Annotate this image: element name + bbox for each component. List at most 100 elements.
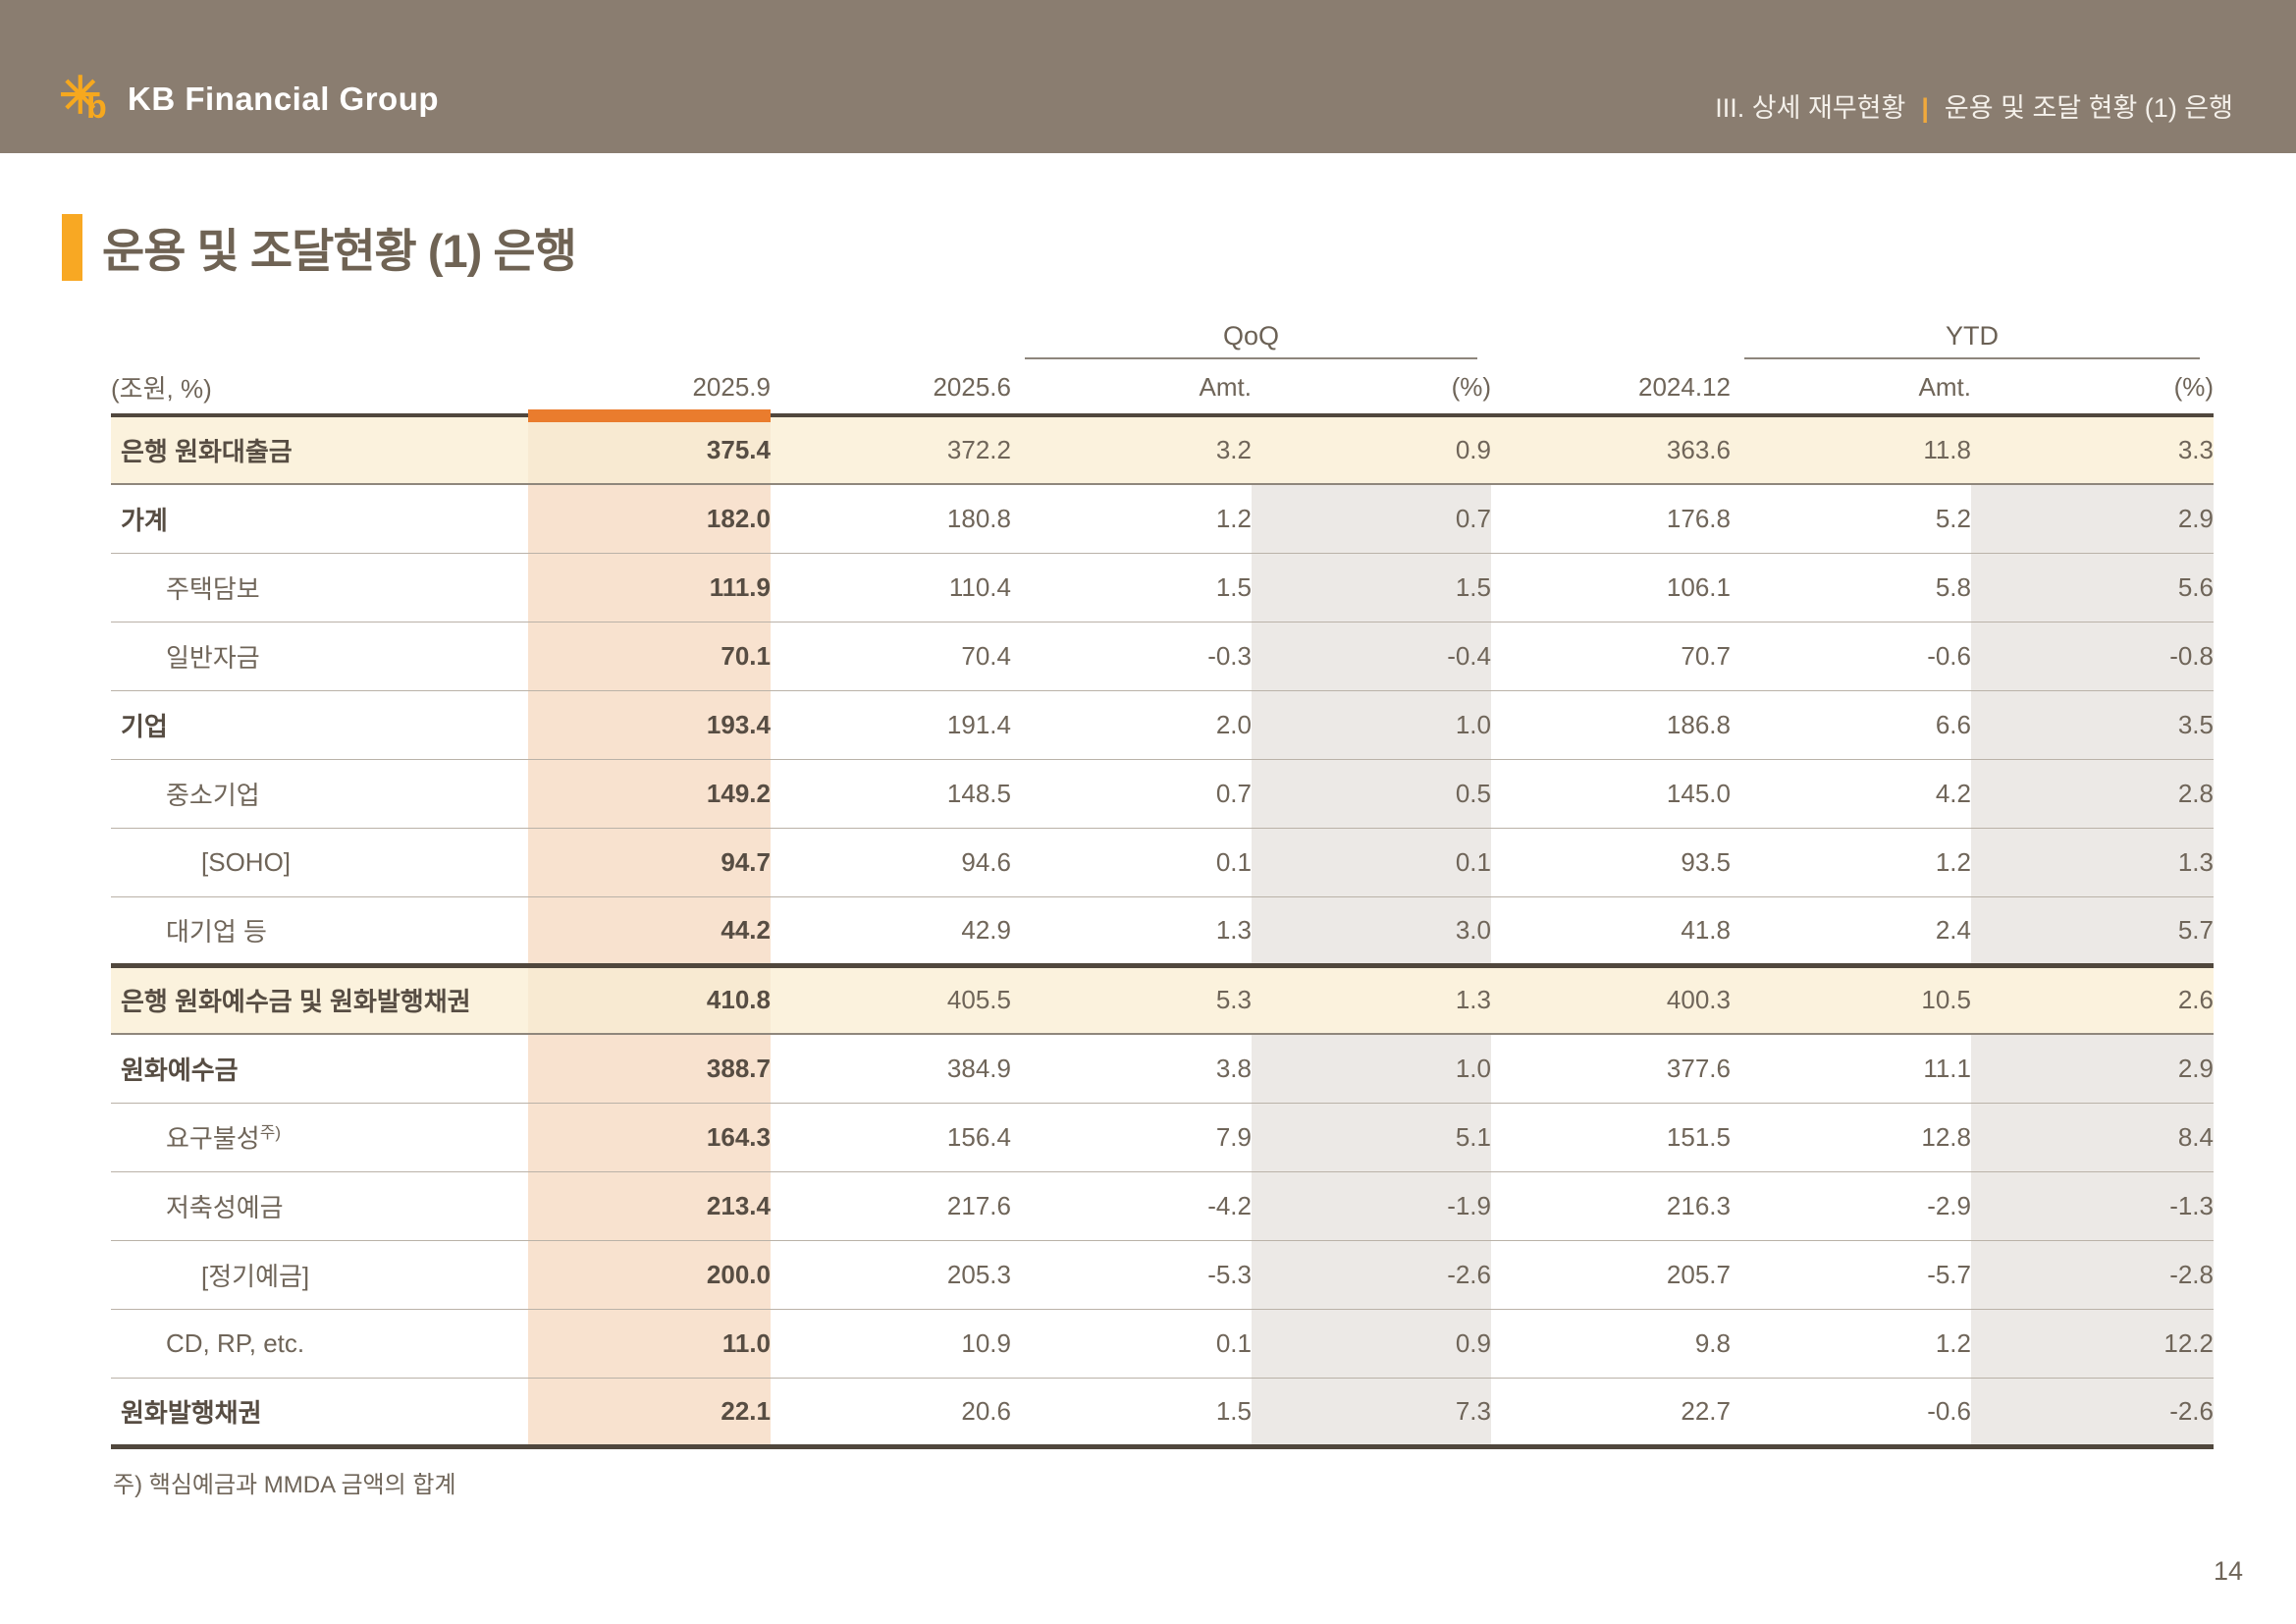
value-ytd-amt: 2.4 xyxy=(1731,896,1971,965)
value-qoq-pct: 1.0 xyxy=(1252,690,1491,759)
breadcrumb-section: III. 상세 재무현황 xyxy=(1715,93,1905,123)
value-2024-12: 9.8 xyxy=(1491,1309,1731,1378)
table-row: 저축성예금213.4217.6-4.2-1.9216.3-2.9-1.3 xyxy=(111,1171,2214,1240)
value-ytd-pct: 2.6 xyxy=(1971,965,2214,1034)
value-2025-9: 94.7 xyxy=(528,828,771,896)
value-qoq-amt: 0.7 xyxy=(1011,759,1252,828)
value-qoq-amt: 3.2 xyxy=(1011,415,1252,484)
value-qoq-amt: 0.1 xyxy=(1011,828,1252,896)
value-qoq-pct: 1.0 xyxy=(1252,1034,1491,1103)
table-row: 은행 원화대출금375.4372.23.20.9363.611.83.3 xyxy=(111,415,2214,484)
value-qoq-amt: 2.0 xyxy=(1011,690,1252,759)
value-qoq-amt: -5.3 xyxy=(1011,1240,1252,1309)
value-ytd-amt: 1.2 xyxy=(1731,828,1971,896)
table-row: [SOHO]94.794.60.10.193.51.21.3 xyxy=(111,828,2214,896)
row-label: 원화발행채권 xyxy=(111,1378,528,1446)
table-row: 원화예수금388.7384.93.81.0377.611.12.9 xyxy=(111,1034,2214,1103)
column-header-row: (조원, %) 2025.9 2025.6 Amt. (%) 2024.12 A… xyxy=(111,360,2214,415)
row-label: 저축성예금 xyxy=(111,1171,528,1240)
value-ytd-pct: 5.7 xyxy=(1971,896,2214,965)
value-2025-9: 375.4 xyxy=(528,415,771,484)
row-label: 주택담보 xyxy=(111,553,528,622)
value-2025-6: 42.9 xyxy=(771,896,1011,965)
value-2024-12: 41.8 xyxy=(1491,896,1731,965)
value-ytd-amt: -2.9 xyxy=(1731,1171,1971,1240)
title-block: 운용 및 조달현황 (1) 은행 xyxy=(62,213,576,281)
value-2024-12: 106.1 xyxy=(1491,553,1731,622)
value-qoq-pct: 0.9 xyxy=(1252,1309,1491,1378)
table-row: 기업193.4191.42.01.0186.86.63.5 xyxy=(111,690,2214,759)
value-qoq-amt: 1.5 xyxy=(1011,1378,1252,1446)
value-2024-12: 93.5 xyxy=(1491,828,1731,896)
value-ytd-pct: 2.8 xyxy=(1971,759,2214,828)
table-row: 가계182.0180.81.20.7176.85.22.9 xyxy=(111,484,2214,553)
value-2025-6: 384.9 xyxy=(771,1034,1011,1103)
table-row: 원화발행채권22.120.61.57.322.7-0.6-2.6 xyxy=(111,1378,2214,1446)
value-qoq-amt: 1.2 xyxy=(1011,484,1252,553)
title-accent-bar xyxy=(62,214,82,281)
row-label: 중소기업 xyxy=(111,759,528,828)
footnote: 주) 핵심예금과 MMDA 금액의 합계 xyxy=(113,1465,456,1499)
value-2025-9: 213.4 xyxy=(528,1171,771,1240)
value-2025-9: 149.2 xyxy=(528,759,771,828)
value-2025-6: 180.8 xyxy=(771,484,1011,553)
col-header-2025-9: 2025.9 xyxy=(528,360,771,415)
value-2024-12: 363.6 xyxy=(1491,415,1731,484)
value-ytd-pct: -0.8 xyxy=(1971,622,2214,690)
value-2025-6: 70.4 xyxy=(771,622,1011,690)
value-qoq-pct: 3.0 xyxy=(1252,896,1491,965)
value-qoq-pct: -2.6 xyxy=(1252,1240,1491,1309)
value-ytd-pct: -1.3 xyxy=(1971,1171,2214,1240)
row-label: [SOHO] xyxy=(111,828,528,896)
value-ytd-pct: 12.2 xyxy=(1971,1309,2214,1378)
col-header-ytd-pct: (%) xyxy=(1971,360,2214,415)
value-ytd-amt: 1.2 xyxy=(1731,1309,1971,1378)
col-header-2024-12: 2024.12 xyxy=(1491,360,1731,415)
value-ytd-amt: 4.2 xyxy=(1731,759,1971,828)
row-label: 가계 xyxy=(111,484,528,553)
value-qoq-pct: 0.9 xyxy=(1252,415,1491,484)
value-qoq-amt: 1.3 xyxy=(1011,896,1252,965)
row-label: 요구불성주) xyxy=(111,1103,528,1171)
row-label: 은행 원화대출금 xyxy=(111,415,528,484)
value-ytd-amt: 5.8 xyxy=(1731,553,1971,622)
value-2024-12: 145.0 xyxy=(1491,759,1731,828)
value-2024-12: 400.3 xyxy=(1491,965,1731,1034)
row-label: 대기업 등 xyxy=(111,896,528,965)
top-header-bar: ✳ b KB Financial Group III. 상세 재무현황|운용 및… xyxy=(0,0,2296,153)
value-2025-6: 148.5 xyxy=(771,759,1011,828)
page-number: 14 xyxy=(2214,1556,2243,1587)
group-header-qoq: QoQ xyxy=(1011,319,1491,360)
value-qoq-pct: 1.3 xyxy=(1252,965,1491,1034)
value-qoq-pct: -1.9 xyxy=(1252,1171,1491,1240)
value-2025-9: 182.0 xyxy=(528,484,771,553)
table-body: 은행 원화대출금375.4372.23.20.9363.611.83.3가계18… xyxy=(111,415,2214,1446)
unit-label: (조원, %) xyxy=(111,360,528,415)
value-ytd-amt: 10.5 xyxy=(1731,965,1971,1034)
value-2025-6: 10.9 xyxy=(771,1309,1011,1378)
table-row: CD, RP, etc.11.010.90.10.99.81.212.2 xyxy=(111,1309,2214,1378)
row-label: 일반자금 xyxy=(111,622,528,690)
footnote-marker: 주) xyxy=(260,1123,281,1142)
value-qoq-amt: 3.8 xyxy=(1011,1034,1252,1103)
row-label: CD, RP, etc. xyxy=(111,1309,528,1378)
row-label: 원화예수금 xyxy=(111,1034,528,1103)
value-2025-6: 156.4 xyxy=(771,1103,1011,1171)
value-2025-9: 164.3 xyxy=(528,1103,771,1171)
financial-table-wrapper: QoQ YTD (조원, %) 2025.9 2025.6 Amt. (%) 2… xyxy=(111,319,2214,1449)
table-row: 요구불성주)164.3156.47.95.1151.512.88.4 xyxy=(111,1103,2214,1171)
table-header: QoQ YTD (조원, %) 2025.9 2025.6 Amt. (%) 2… xyxy=(111,319,2214,415)
value-2024-12: 186.8 xyxy=(1491,690,1731,759)
group-header-row: QoQ YTD xyxy=(111,319,2214,360)
value-qoq-amt: 0.1 xyxy=(1011,1309,1252,1378)
value-ytd-pct: 1.3 xyxy=(1971,828,2214,896)
value-2024-12: 205.7 xyxy=(1491,1240,1731,1309)
table-row: 대기업 등44.242.91.33.041.82.45.7 xyxy=(111,896,2214,965)
col-header-2025-6: 2025.6 xyxy=(771,360,1011,415)
value-2025-9: 44.2 xyxy=(528,896,771,965)
row-label: 기업 xyxy=(111,690,528,759)
value-ytd-pct: 5.6 xyxy=(1971,553,2214,622)
value-2025-9: 70.1 xyxy=(528,622,771,690)
value-2024-12: 70.7 xyxy=(1491,622,1731,690)
table-row: 중소기업149.2148.50.70.5145.04.22.8 xyxy=(111,759,2214,828)
